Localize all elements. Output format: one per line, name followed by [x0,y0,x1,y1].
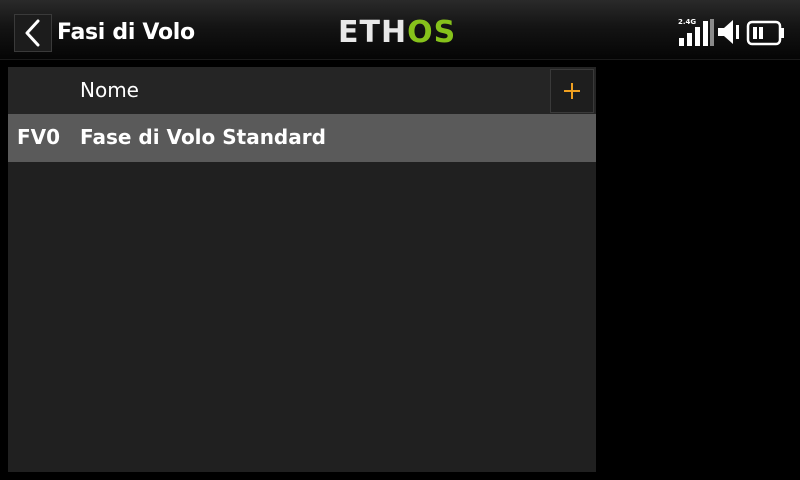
signal-bars-icon: 2.4G [676,16,716,48]
add-flight-mode-button[interactable] [550,69,594,113]
back-button[interactable] [14,14,52,52]
logo-os: OS [407,15,457,50]
speaker-icon [716,18,742,46]
plus-icon [564,83,580,99]
flight-mode-id: FV0 [17,125,61,149]
column-header-name: Nome [80,78,139,102]
logo-eth: ETH [338,15,408,50]
top-bar: Fasi di Volo ETHOS 2.4G [0,0,800,60]
status-icons: 2.4G [676,16,786,50]
chevron-left-icon [25,19,40,47]
table-row[interactable]: FV0 Fase di Volo Standard [8,114,596,162]
page-title: Fasi di Volo [57,20,195,45]
flight-modes-panel: Nome FV0 Fase di Volo Standard [8,67,596,472]
ethos-logo: ETHOS [338,18,456,48]
flight-mode-name: Fase di Volo Standard [80,125,326,149]
band-label: 2.4G [678,18,697,26]
battery-icon [746,20,786,46]
table-header: Nome [8,67,596,114]
